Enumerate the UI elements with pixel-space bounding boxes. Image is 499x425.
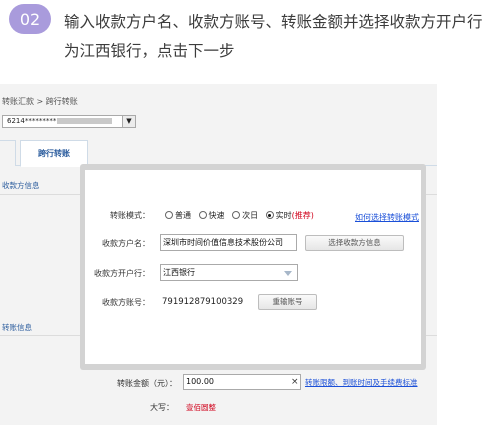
step-number-badge: 02 xyxy=(9,4,51,34)
amount-input[interactable]: 100.00 × xyxy=(183,374,301,390)
mode-label: 次日 xyxy=(242,211,259,220)
uppercase-amount-value: 壹佰圆整 xyxy=(186,403,216,412)
transfer-mode-help-link[interactable]: 如何选择转账模式 xyxy=(355,212,421,223)
clear-icon[interactable]: × xyxy=(291,375,299,389)
payee-account-label: 收款方账号： xyxy=(102,298,150,307)
mode-label: 快速 xyxy=(208,211,225,220)
payee-account-value: 791912879100329 xyxy=(162,297,244,307)
radio-icon[interactable] xyxy=(232,211,241,219)
select-payee-button[interactable]: 选择收款方信息 xyxy=(305,235,404,251)
radio-icon[interactable] xyxy=(165,211,173,219)
step-instruction: 输入收款方户名、收款方账号、转账金额并选择收款方开户行为江西银行，点击下一步 xyxy=(64,13,483,60)
masked-account-digits xyxy=(57,118,113,124)
amount-value: 100.00 xyxy=(186,377,214,386)
transfer-mode-label: 转账模式： xyxy=(110,211,150,220)
payee-bank-select[interactable]: 江西银行 xyxy=(160,264,298,281)
radio-icon[interactable] xyxy=(198,211,207,219)
payee-name-label: 收款方户名： xyxy=(102,239,150,248)
payee-name-input[interactable]: 深圳市时间价值信息技术股份公司 xyxy=(160,234,297,251)
mode-label: 实时 xyxy=(275,211,292,220)
mode-option-next-day[interactable]: 次日 xyxy=(232,211,258,220)
amount-label: 转账金额（元）： xyxy=(117,379,177,388)
tab-interbank-transfer[interactable]: 跨行转账 xyxy=(20,140,88,167)
mode-label: 普通 xyxy=(175,211,191,220)
section-transfer-info: 转账信息 xyxy=(2,323,32,332)
section-payee-info: 收款方信息 xyxy=(2,181,40,190)
payee-bank-label: 收款方开户行： xyxy=(94,269,150,278)
breadcrumb: 转账汇款 > 跨行转账 xyxy=(2,97,78,106)
chevron-down-icon[interactable]: ▼ xyxy=(122,116,135,127)
account-select-value: 6214********* xyxy=(7,117,57,125)
radio-selected-icon[interactable] xyxy=(265,211,274,219)
mode-option-normal[interactable]: 普通 xyxy=(165,211,191,220)
transfer-mode-options: 普通 快速 次日 实时(推荐) xyxy=(165,210,319,221)
tab-previous[interactable] xyxy=(0,140,16,166)
account-select[interactable]: 6214********* ▼ xyxy=(2,115,136,128)
payee-bank-value: 江西银行 xyxy=(163,268,195,277)
uppercase-amount-label: 大写： xyxy=(150,403,174,412)
dropdown-arrow-icon[interactable] xyxy=(284,271,292,276)
reenter-account-button[interactable]: 重输账号 xyxy=(258,294,317,310)
mode-option-fast[interactable]: 快速 xyxy=(198,211,225,220)
mode-option-realtime[interactable]: 实时(推荐) xyxy=(265,211,314,220)
limit-info-link[interactable]: 转账限额、到账时间及手续费标准 xyxy=(305,377,418,388)
recommended-tag: (推荐) xyxy=(291,211,314,220)
